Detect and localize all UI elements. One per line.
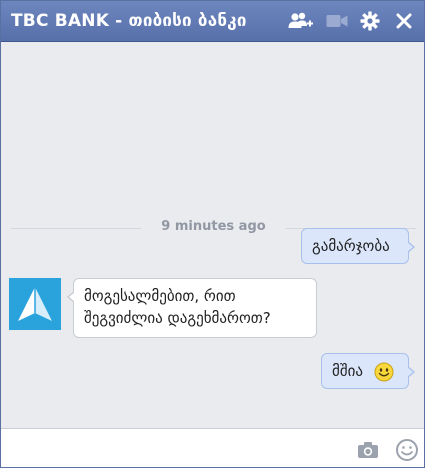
chat-title[interactable]: TBC BANK - თიბისი ბანკი	[11, 11, 247, 31]
close-icon[interactable]	[393, 10, 415, 32]
add-friends-icon[interactable]	[287, 10, 315, 32]
message-list[interactable]: 9 minutes ago გამარჯობა მოგესალმებით, რი…	[1, 42, 424, 428]
chat-titlebar[interactable]: TBC BANK - თიბისი ბანკი	[1, 1, 424, 42]
bubble-tail	[407, 241, 415, 253]
message-text-line1: მოგესალმებით, რით	[84, 287, 236, 305]
settings-gear-icon[interactable]	[359, 10, 381, 32]
message-composer	[1, 428, 424, 467]
bubble-tail	[407, 366, 415, 378]
message-text: მშია	[332, 362, 363, 380]
chat-window: TBC BANK - თიბისი ბანკი 9 minutes ago გა…	[0, 0, 425, 468]
message-bubble-incoming[interactable]: მოგესალმებით, რით შეგვიძლია დაგეხმაროთ?	[67, 278, 317, 338]
message-text-line2: შეგვიძლია დაგეხმაროთ?	[84, 309, 271, 327]
tbc-logo-icon	[9, 278, 61, 330]
message-bubble-outgoing[interactable]: გამარჯობა	[301, 228, 415, 264]
timestamp-label: 9 minutes ago	[153, 219, 274, 234]
message-bubble-outgoing[interactable]: მშია	[321, 353, 415, 389]
message-text: გამარჯობა	[312, 237, 390, 255]
emoji-icon[interactable]	[395, 438, 419, 462]
camera-icon[interactable]	[356, 438, 380, 462]
smiley-icon	[374, 362, 394, 381]
video-call-icon[interactable]	[325, 10, 349, 32]
bubble-tail	[67, 291, 75, 303]
sender-avatar[interactable]	[9, 278, 61, 330]
message-input[interactable]	[9, 437, 339, 463]
